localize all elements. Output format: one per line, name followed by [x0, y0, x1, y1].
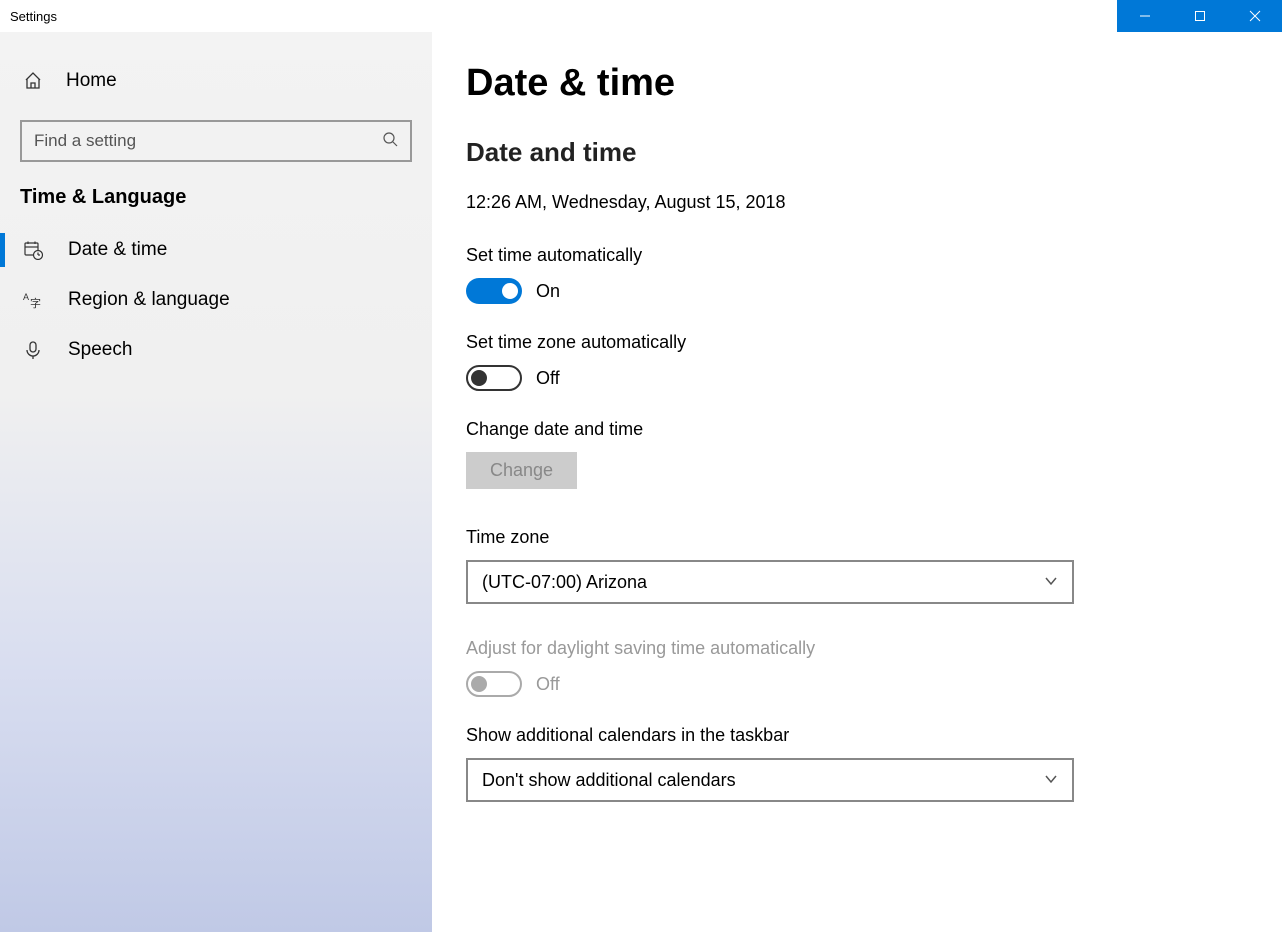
search-input[interactable]: [34, 131, 382, 151]
change-datetime-label: Change date and time: [466, 419, 1282, 440]
additional-calendars-group: Show additional calendars in the taskbar…: [466, 725, 1282, 802]
close-icon: [1249, 10, 1261, 22]
search-box[interactable]: [20, 120, 412, 162]
home-label: Home: [66, 70, 117, 92]
sidebar-item-label: Date & time: [68, 239, 167, 261]
toggle-knob: [471, 676, 487, 692]
home-nav[interactable]: Home: [0, 60, 432, 102]
dst-row: Off: [466, 671, 1282, 697]
set-time-auto-state: On: [536, 281, 560, 302]
change-button: Change: [466, 452, 577, 489]
page-title: Date & time: [466, 62, 1282, 105]
dst-state: Off: [536, 674, 560, 695]
set-tz-auto-label: Set time zone automatically: [466, 332, 1282, 353]
set-tz-auto-state: Off: [536, 368, 560, 389]
change-datetime-group: Change date and time Change: [466, 419, 1282, 489]
additional-calendars-dropdown[interactable]: Don't show additional calendars: [466, 758, 1074, 802]
set-tz-auto-row: Off: [466, 365, 1282, 391]
timezone-dropdown[interactable]: (UTC-07:00) Arizona: [466, 560, 1074, 604]
dst-label: Adjust for daylight saving time automati…: [466, 638, 1282, 659]
maximize-icon: [1194, 10, 1206, 22]
current-datetime: 12:26 AM, Wednesday, August 15, 2018: [466, 192, 1282, 213]
window-title: Settings: [0, 0, 57, 32]
sidebar-category: Time & Language: [0, 162, 432, 225]
sidebar: Home Time & Language: [0, 32, 432, 932]
microphone-icon: [22, 340, 44, 360]
set-time-auto-toggle[interactable]: [466, 278, 522, 304]
minimize-button[interactable]: [1117, 0, 1172, 32]
toggle-knob: [471, 370, 487, 386]
main-content: Date & time Date and time 12:26 AM, Wedn…: [432, 32, 1282, 932]
close-button[interactable]: [1227, 0, 1282, 32]
chevron-down-icon: [1044, 770, 1058, 791]
svg-text:字: 字: [30, 296, 41, 310]
titlebar: Settings: [0, 0, 1282, 32]
timezone-label: Time zone: [466, 527, 1282, 548]
sidebar-item-label: Region & language: [68, 289, 230, 311]
svg-text:A: A: [23, 292, 29, 302]
dst-toggle: [466, 671, 522, 697]
search-icon: [382, 131, 398, 151]
set-tz-auto-toggle[interactable]: [466, 365, 522, 391]
calendar-clock-icon: [22, 240, 44, 260]
timezone-group: Time zone (UTC-07:00) Arizona: [466, 527, 1282, 604]
sidebar-item-speech[interactable]: Speech: [0, 325, 432, 375]
chevron-down-icon: [1044, 572, 1058, 593]
additional-calendars-label: Show additional calendars in the taskbar: [466, 725, 1282, 746]
sidebar-item-region-language[interactable]: A 字 Region & language: [0, 275, 432, 325]
home-icon: [22, 71, 44, 91]
timezone-value: (UTC-07:00) Arizona: [482, 572, 647, 593]
set-time-auto-label: Set time automatically: [466, 245, 1282, 266]
language-icon: A 字: [22, 290, 44, 310]
window-controls: [1117, 0, 1282, 32]
search-container: [20, 120, 412, 162]
content-container: Home Time & Language: [0, 32, 1282, 932]
set-time-auto-row: On: [466, 278, 1282, 304]
sidebar-item-date-time[interactable]: Date & time: [0, 225, 432, 275]
section-heading: Date and time: [466, 137, 1282, 168]
additional-calendars-value: Don't show additional calendars: [482, 770, 736, 791]
maximize-button[interactable]: [1172, 0, 1227, 32]
sidebar-item-label: Speech: [68, 339, 132, 361]
minimize-icon: [1139, 10, 1151, 22]
toggle-knob: [502, 283, 518, 299]
